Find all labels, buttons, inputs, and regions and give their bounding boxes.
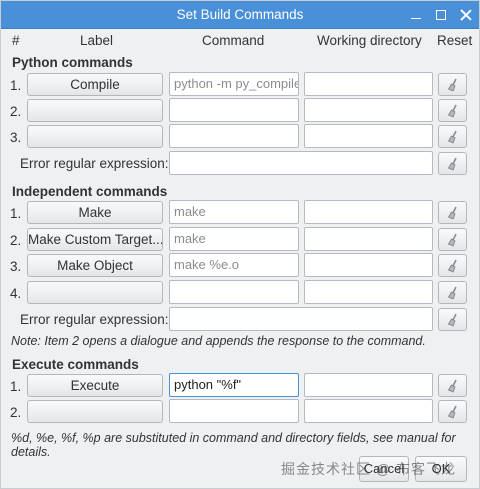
independent-workdir-field-1[interactable]: [304, 200, 433, 224]
footnote-text: %d, %e, %f, %p are substituted in comman…: [11, 431, 456, 459]
row-number: 3.: [10, 130, 22, 145]
broom-icon: [447, 78, 457, 92]
window-title: Set Build Commands: [176, 7, 304, 22]
broom-icon: [447, 379, 457, 393]
python-command-field-2[interactable]: [169, 98, 299, 122]
header-label: Label: [80, 33, 114, 48]
dialog-window: Set Build Commands # Label Command Worki…: [0, 0, 480, 489]
python-error-regex-field[interactable]: [169, 151, 433, 175]
row-number: 2.: [10, 233, 22, 248]
broom-icon: [447, 130, 457, 144]
python-command-field-3[interactable]: [169, 124, 299, 148]
independent-label-button-3[interactable]: Make Object: [27, 254, 163, 277]
broom-icon: [447, 233, 457, 247]
python-workdir-field-3[interactable]: [304, 124, 433, 148]
maximize-icon[interactable]: [434, 8, 448, 22]
execute-reset-button-2[interactable]: [438, 400, 467, 423]
python-label-button-3[interactable]: [27, 125, 163, 148]
header-num: #: [12, 33, 20, 48]
independent-workdir-field-3[interactable]: [304, 253, 433, 277]
execute-workdir-field-2[interactable]: [304, 399, 433, 423]
watermark-text: 掘金技术社区 @ 布客飞龙: [281, 461, 456, 477]
python-label-button-2[interactable]: [27, 99, 163, 122]
independent-command-field-1[interactable]: make: [169, 200, 299, 224]
execute-command-field-1[interactable]: python "%f": [169, 373, 299, 397]
python-workdir-field-2[interactable]: [304, 98, 433, 122]
execute-label-button-2[interactable]: [27, 400, 163, 423]
execute-reset-button-1[interactable]: [438, 374, 467, 397]
broom-icon: [447, 206, 457, 220]
independent-label-button-1[interactable]: Make: [27, 201, 163, 224]
python-reset-button-1[interactable]: [438, 73, 467, 96]
close-icon[interactable]: [459, 8, 473, 22]
python-reset-button-3[interactable]: [438, 125, 467, 148]
python-command-field-1[interactable]: python -m py_compile: [169, 72, 299, 96]
independent-reset-button-1[interactable]: [438, 201, 467, 224]
execute-label-button-1[interactable]: Execute: [27, 374, 163, 397]
independent-command-field-2[interactable]: make: [169, 227, 299, 251]
independent-reset-button-2[interactable]: [438, 228, 467, 251]
broom-icon: [447, 405, 457, 419]
python-reset-button-2[interactable]: [438, 99, 467, 122]
header-reset: Reset: [437, 33, 473, 48]
independent-label-button-4[interactable]: [27, 281, 163, 304]
row-number: 4.: [10, 286, 22, 301]
title-bar: Set Build Commands: [1, 1, 479, 29]
row-number: 2.: [10, 405, 22, 420]
independent-error-regex-field[interactable]: [169, 307, 433, 331]
header-working-directory: Working directory: [317, 33, 422, 48]
note-text: Note: Item 2 opens a dialogue and append…: [11, 334, 426, 348]
python-label-button-1[interactable]: Compile: [27, 73, 163, 96]
minimize-icon[interactable]: [409, 8, 423, 22]
header-command: Command: [202, 33, 265, 48]
independent-command-field-4[interactable]: [169, 280, 299, 304]
row-number: 3.: [10, 259, 22, 274]
broom-icon: [447, 157, 457, 171]
python-workdir-field-1[interactable]: [304, 72, 433, 96]
broom-icon: [447, 286, 457, 300]
execute-commands-title: Execute commands: [12, 357, 139, 372]
independent-command-field-3[interactable]: make %e.o: [169, 253, 299, 277]
independent-error-regex-label: Error regular expression:: [20, 312, 169, 327]
independent-workdir-field-4[interactable]: [304, 280, 433, 304]
independent-label-button-2[interactable]: Make Custom Target...: [27, 228, 163, 251]
independent-workdir-field-2[interactable]: [304, 227, 433, 251]
row-number: 1.: [10, 206, 22, 221]
row-number: 1.: [10, 379, 22, 394]
execute-workdir-field-1[interactable]: [304, 373, 433, 397]
execute-command-field-2[interactable]: [169, 399, 299, 423]
independent-reset-button-3[interactable]: [438, 254, 467, 277]
row-number: 2.: [10, 104, 22, 119]
broom-icon: [447, 259, 457, 273]
independent-error-reset-button[interactable]: [438, 308, 467, 331]
broom-icon: [447, 313, 457, 327]
row-number: 1.: [10, 78, 22, 93]
broom-icon: [447, 104, 457, 118]
python-error-reset-button[interactable]: [438, 152, 467, 175]
independent-commands-title: Independent commands: [12, 184, 168, 199]
python-error-regex-label: Error regular expression:: [20, 156, 169, 171]
python-commands-title: Python commands: [12, 55, 133, 70]
independent-reset-button-4[interactable]: [438, 281, 467, 304]
